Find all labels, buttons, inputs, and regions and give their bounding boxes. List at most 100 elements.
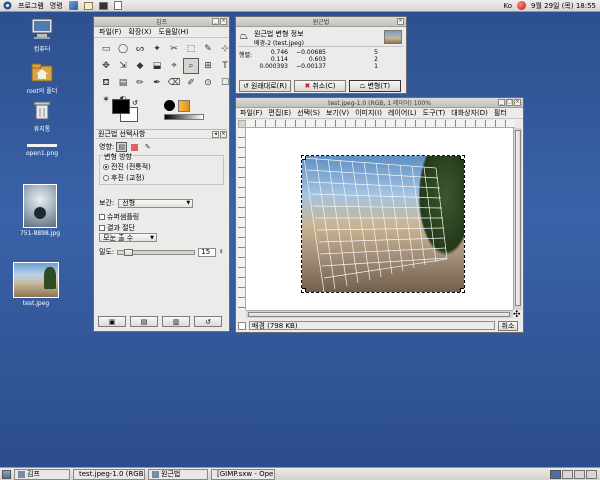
desktop-icon-computer[interactable]: 컴퓨터 xyxy=(14,18,70,53)
workspace-4[interactable] xyxy=(586,469,597,479)
paths-tool-icon[interactable]: ✎ xyxy=(200,41,216,57)
scissors-tool-icon[interactable]: ✂ xyxy=(166,41,182,57)
close-tab-icon[interactable]: × xyxy=(220,130,227,138)
rotate-tool-icon[interactable]: ◆ xyxy=(132,58,148,74)
radio-dot[interactable] xyxy=(103,175,109,181)
image-layer[interactable] xyxy=(301,155,465,293)
maximize-button[interactable]: □ xyxy=(506,99,513,106)
applications-menu[interactable]: 프로그램 xyxy=(18,1,44,11)
canvas-area[interactable] xyxy=(246,128,513,310)
taskbar-item-openoffice[interactable]: [GIMP.sxw - Open xyxy=(211,468,275,480)
cancel-button[interactable]: ✖ 취소(C) xyxy=(294,80,346,92)
eraser-tool-icon[interactable]: ⌫ xyxy=(166,75,182,91)
horizontal-ruler[interactable] xyxy=(246,120,515,128)
spin-arrows-icon[interactable]: ⇕ xyxy=(219,249,223,255)
free-select-tool-icon[interactable]: ᔕ xyxy=(132,41,148,57)
menu-tools[interactable]: 도구(T) xyxy=(423,108,446,118)
fuzzy-select-tool-icon[interactable]: ✦ xyxy=(149,41,165,57)
checkbox-box[interactable] xyxy=(99,225,105,231)
workspace-switcher[interactable] xyxy=(550,469,600,479)
preview-select[interactable]: 모눈 출 수 ▼ xyxy=(99,233,157,242)
scroll-thumb[interactable] xyxy=(248,312,510,317)
browser-launcher-icon[interactable] xyxy=(68,1,78,10)
clip-result-checkbox[interactable]: 결과 절단 xyxy=(99,223,135,233)
menu-layer[interactable]: 레이어(L) xyxy=(388,108,417,118)
image-titlebar[interactable]: test.jpeg-1.0 (RGB, 1 레이어) 100% _ □ × xyxy=(236,98,523,108)
reset-options-button[interactable]: ↺ xyxy=(194,316,222,327)
brush-pattern-preview[interactable] xyxy=(164,100,212,122)
transform-handle[interactable] xyxy=(302,156,306,160)
clock[interactable]: 9월 29일 (목) 18:55 xyxy=(531,1,596,11)
taskbar-item-perspective[interactable]: 원근법 xyxy=(148,468,208,480)
affect-selection-icon[interactable] xyxy=(129,142,140,152)
color-swatches[interactable]: ↺ xyxy=(112,99,142,125)
move-tool-icon[interactable]: ✥ xyxy=(98,58,114,74)
interpolation-select[interactable]: 선형 ▼ xyxy=(118,198,194,208)
desktop-icon-open1[interactable]: open1.png xyxy=(14,140,70,157)
quick-mask-corner[interactable] xyxy=(238,120,246,128)
swap-colors-icon[interactable]: ↺ xyxy=(132,99,138,107)
vertical-ruler[interactable] xyxy=(238,128,246,310)
toolbox-titlebar[interactable]: 김프 _ × xyxy=(94,17,229,27)
menu-help[interactable]: 도움말(H) xyxy=(159,27,189,37)
direction-backward-radio[interactable]: 후진 (교정) xyxy=(103,173,144,183)
density-input[interactable]: 15 xyxy=(198,247,217,257)
convolve-tool-icon[interactable]: ☐ xyxy=(217,75,233,91)
desktop-icon-trash[interactable]: 휴지통 xyxy=(14,100,70,133)
delete-options-button[interactable]: ▥ xyxy=(162,316,190,327)
workspace-3[interactable] xyxy=(574,469,585,479)
radio-dot[interactable] xyxy=(103,164,109,170)
transform-handle[interactable] xyxy=(460,288,464,292)
show-desktop-icon[interactable] xyxy=(2,469,11,479)
airbrush-tool-icon[interactable]: ✐ xyxy=(183,75,199,91)
actions-menu[interactable]: 명령 xyxy=(50,1,63,11)
workspace-2[interactable] xyxy=(562,469,573,479)
transform-handle[interactable] xyxy=(460,156,464,160)
supersampling-checkbox[interactable]: 슈퍼샘플링 xyxy=(99,212,139,222)
terminal-launcher-icon[interactable] xyxy=(98,1,108,10)
pencil-tool-icon[interactable]: ✏ xyxy=(132,75,148,91)
menu-file[interactable]: 파일(F) xyxy=(99,27,121,37)
navigate-icon[interactable]: ✣ xyxy=(513,310,521,320)
menu-image[interactable]: 이미지(I) xyxy=(355,108,382,118)
flip-tool-icon[interactable]: ⊞ xyxy=(200,58,216,74)
menu-view[interactable]: 보기(V) xyxy=(326,108,349,118)
menu-filters[interactable]: 필터 xyxy=(494,108,507,118)
checkbox-box[interactable] xyxy=(99,214,105,220)
blend-tool-icon[interactable]: ▤ xyxy=(115,75,131,91)
ellipse-select-tool-icon[interactable]: ◯ xyxy=(115,41,131,57)
vertical-scrollbar[interactable] xyxy=(513,128,522,310)
direction-forward-radio[interactable]: 전진 (전통적) xyxy=(103,162,151,172)
footprint-icon[interactable] xyxy=(3,1,12,10)
density-slider[interactable] xyxy=(117,248,196,256)
transform-handle[interactable] xyxy=(302,288,306,292)
reset-button[interactable]: ↺ 원래대로(R) xyxy=(239,80,291,92)
save-options-button[interactable]: ▣ xyxy=(98,316,126,327)
menu-file[interactable]: 파일(F) xyxy=(240,108,262,118)
mail-launcher-icon[interactable] xyxy=(83,1,93,10)
crop-tool-icon[interactable]: ⌖ xyxy=(166,58,182,74)
color-select-tool-icon[interactable]: ⬚ xyxy=(183,41,199,57)
gradient-preview[interactable] xyxy=(164,114,204,120)
taskbar-item-image[interactable]: test.jpeg-1.0 (RGB xyxy=(73,468,145,480)
menu-xtns[interactable]: 확장(X) xyxy=(128,27,151,37)
affect-path-icon[interactable]: ✎ xyxy=(142,142,153,152)
close-button[interactable]: × xyxy=(397,18,404,25)
transform-button[interactable]: ⏢ 변형(T) xyxy=(349,80,401,92)
close-button[interactable]: × xyxy=(514,99,521,106)
scroll-thumb[interactable] xyxy=(515,130,521,306)
taskbar-item-toolbox[interactable]: 김프 xyxy=(14,468,70,480)
clone-tool-icon[interactable]: ⊙ xyxy=(200,75,216,91)
rect-select-tool-icon[interactable]: ▭ xyxy=(98,41,114,57)
update-notifier-icon[interactable] xyxy=(517,1,526,10)
close-button[interactable]: × xyxy=(220,18,227,25)
editor-launcher-icon[interactable] xyxy=(113,1,122,10)
desktop-icon-751-8898[interactable]: 751-8898.jpg xyxy=(12,184,68,237)
desktop-icon-test-jpeg[interactable]: test.jpeg xyxy=(8,262,64,307)
menu-dialogs[interactable]: 대화상자(D) xyxy=(451,108,488,118)
menu-edit[interactable]: 편집(E) xyxy=(268,108,291,118)
slider-handle[interactable] xyxy=(124,248,134,256)
keyboard-indicator[interactable]: Ko xyxy=(503,2,512,10)
minimize-button[interactable]: _ xyxy=(498,99,505,106)
scale-tool-icon[interactable]: ⇲ xyxy=(115,58,131,74)
